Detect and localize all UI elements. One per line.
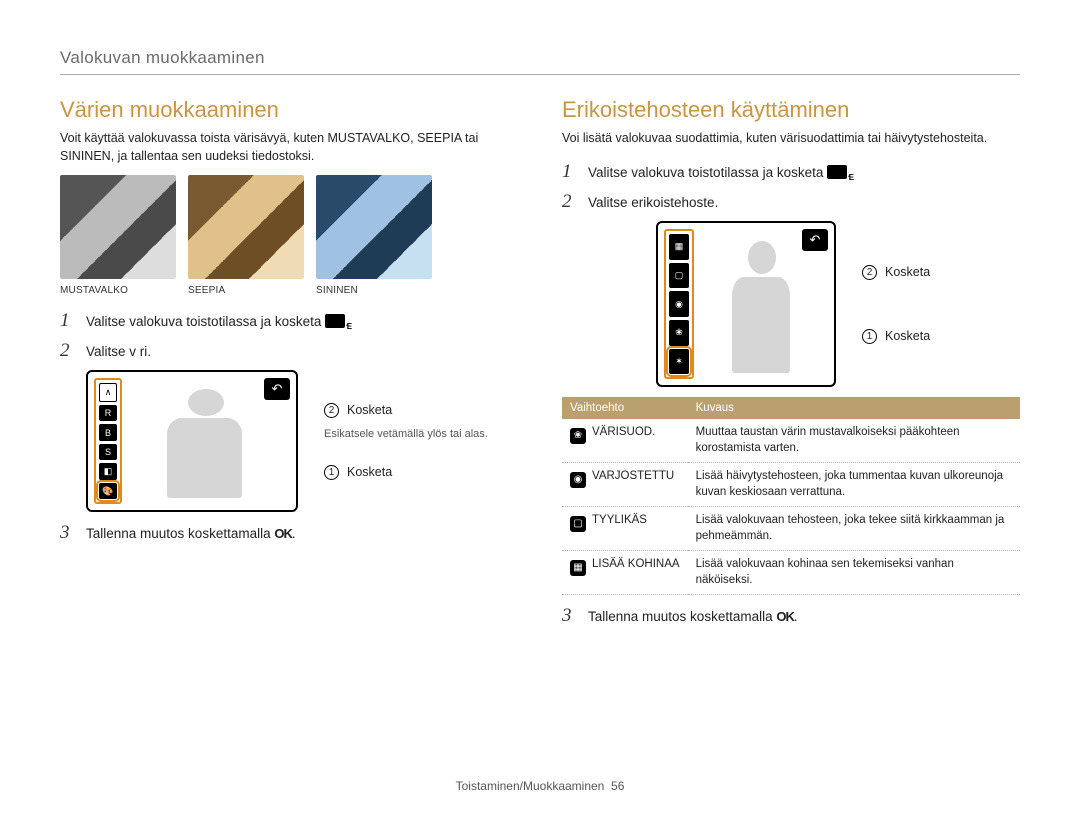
- callout-1-icon: 1: [324, 465, 339, 480]
- thumb-blue-image: [316, 175, 432, 279]
- right-heading: Erikoistehosteen käyttäminen: [562, 97, 1020, 123]
- callout-1-icon: 1: [862, 329, 877, 344]
- colorfilter-icon: ❀: [570, 428, 586, 444]
- right-kosketa-2: Kosketa: [885, 262, 930, 282]
- left-step2-text: Valitse v ri.: [86, 342, 151, 362]
- thumb-sepia-image: [188, 175, 304, 279]
- ok-icon: OK: [776, 609, 794, 624]
- options-table: Vaihtoehto Kuvaus ❀ VÄRISUOD. Muuttaa tau…: [562, 397, 1020, 595]
- step-number-1r: 1: [562, 161, 578, 183]
- thumb-bw-image: [60, 175, 176, 279]
- footer: Toistaminen/Muokkaaminen 56: [0, 779, 1080, 793]
- opt-name-1: VARJOSTETTU: [592, 470, 674, 482]
- left-kosketa-1: Kosketa: [347, 462, 392, 482]
- callout-2-icon: 2: [324, 403, 339, 418]
- effect-selected-icon[interactable]: ✶: [669, 349, 689, 375]
- edit-icon: [325, 314, 345, 328]
- left-hint: Esikatsele vetämällä ylös tai alas.: [324, 426, 488, 444]
- opt-desc-1: Lisää häivytystehosteen, joka tummentaa …: [688, 463, 1020, 507]
- opt-desc-0: Muuttaa taustan värin mustavalkoiseksi p…: [688, 419, 1020, 463]
- thumb-sepia-label: SEEPIA: [188, 285, 304, 296]
- breadcrumb: Valokuvan muokkaaminen: [60, 48, 1020, 75]
- color-r-icon[interactable]: R: [99, 405, 117, 422]
- effect-strip: ▦ ▢ ◉ ❀ ✶: [664, 229, 694, 379]
- right-step-3: 3 Tallenna muutos koskettamalla OK.: [562, 605, 1020, 627]
- footer-section: Toistaminen/Muokkaaminen: [456, 779, 605, 793]
- color-s-icon[interactable]: S: [99, 444, 117, 461]
- edit-icon: [827, 165, 847, 179]
- table-row: ▢ TYYLIKÄS Lisää valokuvaan tehosteen, jo…: [562, 507, 1020, 551]
- elegant-icon: ▢: [570, 516, 586, 532]
- vignette-icon: ◉: [570, 472, 586, 488]
- step-number-1: 1: [60, 310, 76, 332]
- ok-icon: OK: [274, 526, 292, 541]
- right-screen: ▦ ▢ ◉ ❀ ✶ ↶: [656, 221, 836, 387]
- opt-desc-3: Lisää valokuvaan kohinaa sen tekemiseksi…: [688, 551, 1020, 595]
- right-step-1: 1 Valitse valokuva toistotilassa ja kosk…: [562, 161, 1020, 183]
- thumb-bw: MUSTAVALKO: [60, 175, 176, 296]
- opt-name-0: VÄRISUOD.: [592, 426, 655, 438]
- silhouette-icon: [706, 235, 822, 373]
- th-option: Vaihtoehto: [562, 397, 688, 419]
- th-desc: Kuvaus: [688, 397, 1020, 419]
- right-column: Erikoistehosteen käyttäminen Voi lisätä …: [562, 97, 1020, 635]
- right-ui-panel: ▦ ▢ ◉ ❀ ✶ ↶ 2 Kosketa 1 Kosketa: [588, 221, 1020, 387]
- right-step1-text: Valitse valokuva toistotilassa ja kosket…: [588, 165, 823, 180]
- opt-desc-2: Lisää valokuvaan tehosteen, joka tekee s…: [688, 507, 1020, 551]
- thumb-bw-label: MUSTAVALKO: [60, 285, 176, 296]
- left-heading: Värien muokkaaminen: [60, 97, 518, 123]
- left-step-1: 1 Valitse valokuva toistotilassa ja kosk…: [60, 310, 518, 332]
- step-number-2r: 2: [562, 191, 578, 213]
- callout-2-icon: 2: [862, 265, 877, 280]
- scroll-up-icon[interactable]: ∧: [99, 383, 117, 402]
- color-strip: ∧ R B S ◧ 🎨: [94, 378, 122, 504]
- effect-vignette-icon[interactable]: ◉: [669, 291, 689, 317]
- table-row: ❀ VÄRISUOD. Muuttaa taustan värin mustava…: [562, 419, 1020, 463]
- left-step-2: 2 Valitse v ri.: [60, 340, 518, 362]
- step-number-3: 3: [60, 522, 76, 544]
- left-intro: Voit käyttää valokuvassa toista värisävy…: [60, 129, 518, 165]
- footer-page: 56: [611, 779, 624, 793]
- opt-name-2: TYYLIKÄS: [592, 514, 647, 526]
- effect-noise-icon[interactable]: ▦: [669, 234, 689, 260]
- right-step2-text: Valitse erikoistehoste.: [588, 193, 718, 213]
- effect-elegant-icon[interactable]: ▢: [669, 263, 689, 289]
- color-b-icon[interactable]: B: [99, 424, 117, 441]
- color-palette-icon[interactable]: 🎨: [99, 483, 117, 500]
- table-row: ◉ VARJOSTETTU Lisää häivytystehosteen, jo…: [562, 463, 1020, 507]
- noise-icon: ▦: [570, 560, 586, 576]
- left-screen: ∧ R B S ◧ 🎨 ↶: [86, 370, 298, 512]
- left-step1-text: Valitse valokuva toistotilassa ja kosket…: [86, 314, 321, 329]
- right-preview: [700, 229, 828, 379]
- effect-colorfilter-icon[interactable]: ❀: [669, 320, 689, 346]
- right-intro: Voi lisätä valokuvaa suodattimia, kuten …: [562, 129, 1020, 147]
- thumb-sepia: SEEPIA: [188, 175, 304, 296]
- right-step3-text: Tallenna muutos koskettamalla: [588, 609, 773, 624]
- thumb-blue: SININEN: [316, 175, 432, 296]
- right-callouts: 2 Kosketa 1 Kosketa: [862, 244, 930, 364]
- right-kosketa-1: Kosketa: [885, 326, 930, 346]
- silhouette-icon: [134, 384, 284, 498]
- step-number-3r: 3: [562, 605, 578, 627]
- opt-name-3: LISÄÄ KOHINAA: [592, 558, 680, 570]
- color-thumbs: MUSTAVALKO SEEPIA SININEN: [60, 175, 518, 296]
- left-kosketa-2: Kosketa: [347, 400, 392, 420]
- left-callouts: 2 Kosketa Esikatsele vetämällä ylös tai …: [324, 382, 488, 500]
- left-ui-panel: ∧ R B S ◧ 🎨 ↶ 2 Kosketa: [86, 370, 518, 512]
- right-step-2: 2 Valitse erikoistehoste.: [562, 191, 1020, 213]
- color-bw-icon[interactable]: ◧: [99, 463, 117, 480]
- thumb-blue-label: SININEN: [316, 285, 432, 296]
- step-number-2: 2: [60, 340, 76, 362]
- left-step3-text: Tallenna muutos koskettamalla: [86, 526, 271, 541]
- back-icon[interactable]: ↶: [802, 229, 828, 251]
- left-step-3: 3 Tallenna muutos koskettamalla OK.: [60, 522, 518, 544]
- back-icon[interactable]: ↶: [264, 378, 290, 400]
- left-column: Värien muokkaaminen Voit käyttää valokuv…: [60, 97, 518, 635]
- table-row: ▦ LISÄÄ KOHINAA Lisää valokuvaan kohinaa …: [562, 551, 1020, 595]
